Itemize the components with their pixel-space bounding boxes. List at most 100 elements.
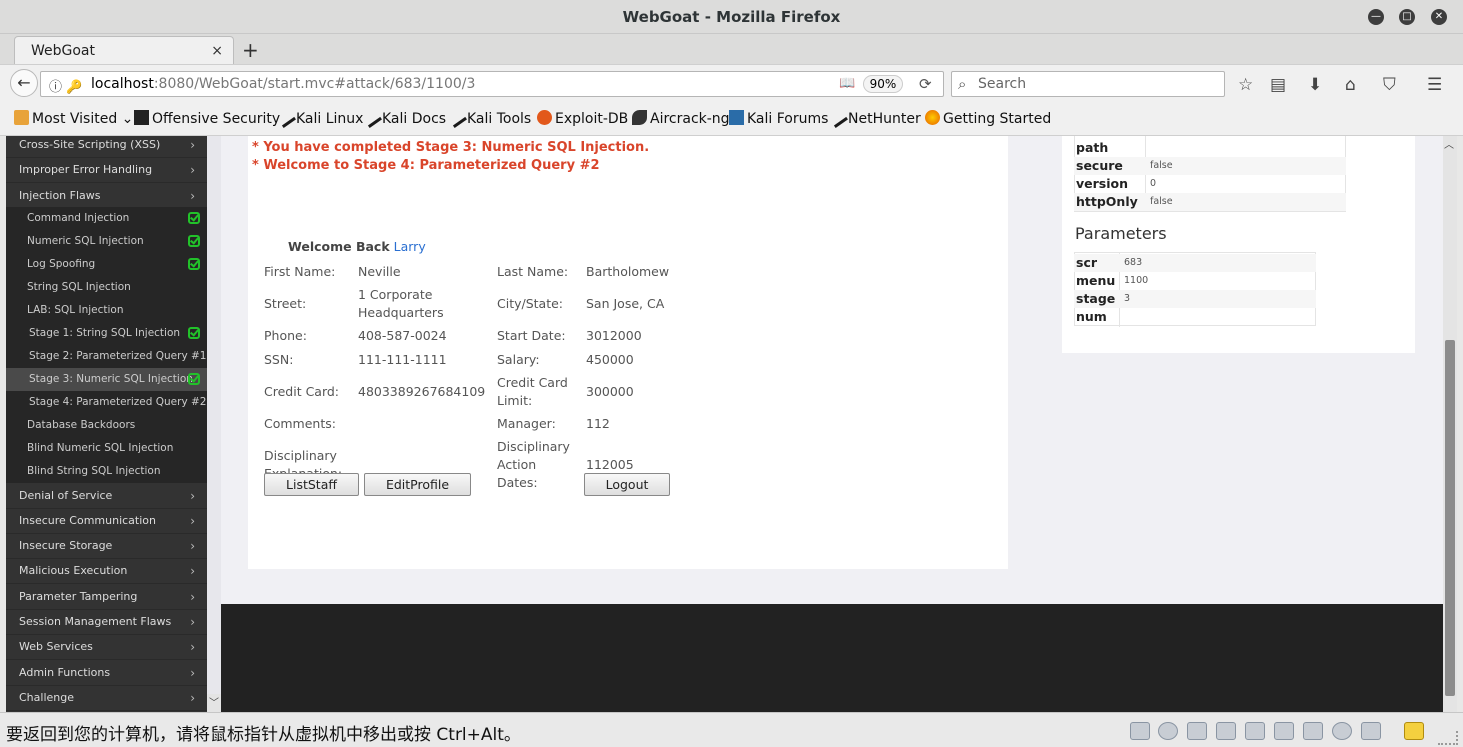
sidebar-item-insecure-storage[interactable]: Insecure Storage › bbox=[6, 534, 207, 559]
bookmark-nethunter[interactable]: NetHunter bbox=[827, 107, 921, 128]
message-icon[interactable] bbox=[1404, 722, 1424, 740]
tab-webgoat[interactable]: WebGoat × bbox=[14, 36, 234, 66]
sidebar-sub-stage-3[interactable]: Stage 3: Numeric SQL Injection bbox=[6, 368, 207, 391]
menu-icon[interactable]: ☰ bbox=[1427, 75, 1442, 95]
editprofile-button[interactable]: EditProfile bbox=[364, 473, 471, 496]
credit-card-label: Credit Card: bbox=[264, 384, 340, 399]
user-name[interactable]: Larry bbox=[394, 239, 426, 254]
window-titlebar: WebGoat - Mozilla Firefox — □ ✕ bbox=[0, 0, 1463, 34]
sidebar-sub-stage-4[interactable]: Stage 4: Parameterized Query #2 bbox=[6, 391, 207, 414]
site-info-icon[interactable]: ⓘ 🔑 bbox=[49, 76, 82, 95]
bookmark-kali-linux[interactable]: Kali Linux bbox=[275, 107, 363, 128]
minimize-icon[interactable]: — bbox=[1368, 9, 1384, 25]
url-bar[interactable]: ⓘ 🔑 localhost:8080/WebGoat/start.mvc#att… bbox=[40, 71, 944, 97]
sidebar-item-error-handling[interactable]: Improper Error Handling › bbox=[6, 158, 207, 183]
disciplinary-explanation-label: Disciplinary Explanation: bbox=[264, 448, 343, 474]
library-icon[interactable]: ▤ bbox=[1270, 75, 1286, 95]
sidebar-item-challenge[interactable]: Challenge › bbox=[6, 686, 207, 711]
param-row-stage: stage 3 bbox=[1074, 290, 1316, 308]
url-text[interactable]: localhost:8080/WebGoat/start.mvc#attack/… bbox=[91, 76, 475, 92]
bookmark-exploit-db[interactable]: Exploit-DB bbox=[537, 110, 628, 127]
kali-dragon-icon bbox=[827, 107, 848, 128]
back-button[interactable]: ← bbox=[10, 69, 38, 97]
kali-forums-icon bbox=[729, 110, 744, 125]
close-icon[interactable]: ✕ bbox=[1431, 9, 1447, 25]
sidebar-item-web-services[interactable]: Web Services › bbox=[6, 635, 207, 660]
usb-device-icon[interactable] bbox=[1303, 722, 1323, 740]
sidebar-item-admin-functions[interactable]: Admin Functions › bbox=[6, 661, 207, 686]
check-icon bbox=[188, 327, 200, 339]
new-tab-button[interactable]: + bbox=[242, 38, 259, 62]
kali-dragon-icon bbox=[275, 107, 296, 128]
last-name-value: Bartholomew bbox=[586, 264, 670, 279]
network-icon[interactable] bbox=[1187, 722, 1207, 740]
sidebar-sub-command-injection[interactable]: Command Injection bbox=[6, 207, 207, 230]
sidebar-scroll-down-icon[interactable]: ﹀ bbox=[207, 694, 221, 712]
reader-view-icon[interactable]: 📖 bbox=[839, 76, 855, 91]
bookmark-kali-forums[interactable]: Kali Forums bbox=[729, 110, 828, 127]
sidebar-item-malicious-execution[interactable]: Malicious Execution › bbox=[6, 559, 207, 584]
cookie-row-secure: secure false bbox=[1074, 157, 1346, 175]
zoom-indicator[interactable]: 90% bbox=[863, 75, 903, 93]
scroll-up-icon[interactable]: ︿ bbox=[1444, 136, 1454, 151]
sidebar-sub-blind-string[interactable]: Blind String SQL Injection bbox=[6, 460, 207, 483]
sidebar-item-xss[interactable]: Cross-Site Scripting (XSS) › bbox=[6, 136, 207, 158]
bookmark-getting-started[interactable]: Getting Started bbox=[925, 110, 1051, 127]
downloads-icon[interactable]: ⬇ bbox=[1308, 75, 1322, 95]
welcome-back: Welcome Back Larry bbox=[288, 239, 426, 254]
salary-label: Salary: bbox=[497, 352, 540, 367]
sidebar-sub-numeric-sql[interactable]: Numeric SQL Injection bbox=[6, 230, 207, 253]
bookmark-aircrack-ng[interactable]: Aircrack-ng bbox=[632, 110, 730, 127]
sidebar-sub-database-backdoors[interactable]: Database Backdoors bbox=[6, 414, 207, 437]
ssn-label: SSN: bbox=[264, 352, 294, 367]
maximize-icon[interactable]: □ bbox=[1399, 9, 1415, 25]
sidebar-sub-blind-numeric[interactable]: Blind Numeric SQL Injection bbox=[6, 437, 207, 460]
cd-drive-icon[interactable] bbox=[1158, 722, 1178, 740]
sidebar-sub-string-sql[interactable]: String SQL Injection bbox=[6, 276, 207, 299]
search-icon: ⌕ bbox=[958, 75, 967, 93]
usb-device-icon[interactable] bbox=[1274, 722, 1294, 740]
credit-limit-label-line2: Limit: bbox=[497, 393, 533, 408]
sidebar-sub-log-spoofing[interactable]: Log Spoofing bbox=[6, 253, 207, 276]
resize-grip-icon[interactable] bbox=[1438, 731, 1458, 745]
street-value-line2: Headquarters bbox=[358, 305, 444, 320]
pocket-icon[interactable]: ⛉ bbox=[1383, 75, 1396, 95]
bookmark-kali-tools[interactable]: Kali Tools bbox=[446, 107, 531, 128]
offsec-icon bbox=[134, 110, 149, 125]
sidebar-sub-stage-2[interactable]: Stage 2: Parameterized Query #1 bbox=[6, 345, 207, 368]
tab-label: WebGoat bbox=[31, 43, 96, 59]
bookmark-most-visited[interactable]: Most Visited ⌄ bbox=[14, 110, 133, 127]
printer-icon[interactable] bbox=[1216, 722, 1236, 740]
scrollbar-thumb[interactable] bbox=[1445, 340, 1455, 696]
camera-icon[interactable] bbox=[1332, 722, 1352, 740]
comments-label: Comments: bbox=[264, 416, 336, 431]
usb-device-icon[interactable] bbox=[1361, 722, 1381, 740]
cookies-parameters-panel: path secure false version 0 httpOnly false … bbox=[1062, 136, 1415, 353]
sound-icon[interactable] bbox=[1245, 722, 1265, 740]
sidebar-item-parameter-tampering[interactable]: Parameter Tampering › bbox=[6, 585, 207, 610]
city-value: San Jose, CA bbox=[586, 296, 665, 311]
sidebar-sub-lab-sql[interactable]: LAB: SQL Injection bbox=[6, 299, 207, 322]
sidebar-item-denial-of-service[interactable]: Denial of Service › bbox=[6, 484, 207, 509]
liststaff-button[interactable]: ListStaff bbox=[264, 473, 359, 496]
kali-dragon-icon bbox=[446, 107, 467, 128]
reload-icon[interactable]: ⟳ bbox=[919, 75, 932, 93]
bookmark-offensive-security[interactable]: Offensive Security bbox=[134, 110, 280, 127]
logout-button[interactable]: Logout bbox=[584, 473, 670, 496]
home-icon[interactable]: ⌂ bbox=[1345, 75, 1356, 95]
sidebar-item-session-management[interactable]: Session Management Flaws › bbox=[6, 610, 207, 635]
sidebar-item-insecure-communication[interactable]: Insecure Communication › bbox=[6, 509, 207, 534]
bookmark-kali-docs[interactable]: Kali Docs bbox=[361, 107, 446, 128]
folder-icon bbox=[14, 110, 29, 125]
disciplinary-action-label-line1: Disciplinary bbox=[497, 439, 570, 454]
tab-close-icon[interactable]: × bbox=[211, 43, 223, 59]
tab-bar: WebGoat × + bbox=[0, 34, 1463, 66]
hard-disk-icon[interactable] bbox=[1130, 722, 1150, 740]
bookmark-star-icon[interactable]: ☆ bbox=[1238, 75, 1253, 95]
search-input[interactable]: ⌕ Search bbox=[951, 71, 1225, 97]
sidebar-item-injection-flaws[interactable]: Injection Flaws › bbox=[6, 184, 207, 209]
lesson-panel: * You have completed Stage 3: Numeric SQ… bbox=[248, 136, 1008, 569]
sidebar-sub-stage-1[interactable]: Stage 1: String SQL Injection bbox=[6, 322, 207, 345]
cookie-row-httponly: httpOnly false bbox=[1074, 193, 1346, 211]
vm-release-hint: 要返回到您的计算机，请将鼠标指针从虚拟机中移出或按 Ctrl+Alt。 bbox=[6, 725, 521, 745]
